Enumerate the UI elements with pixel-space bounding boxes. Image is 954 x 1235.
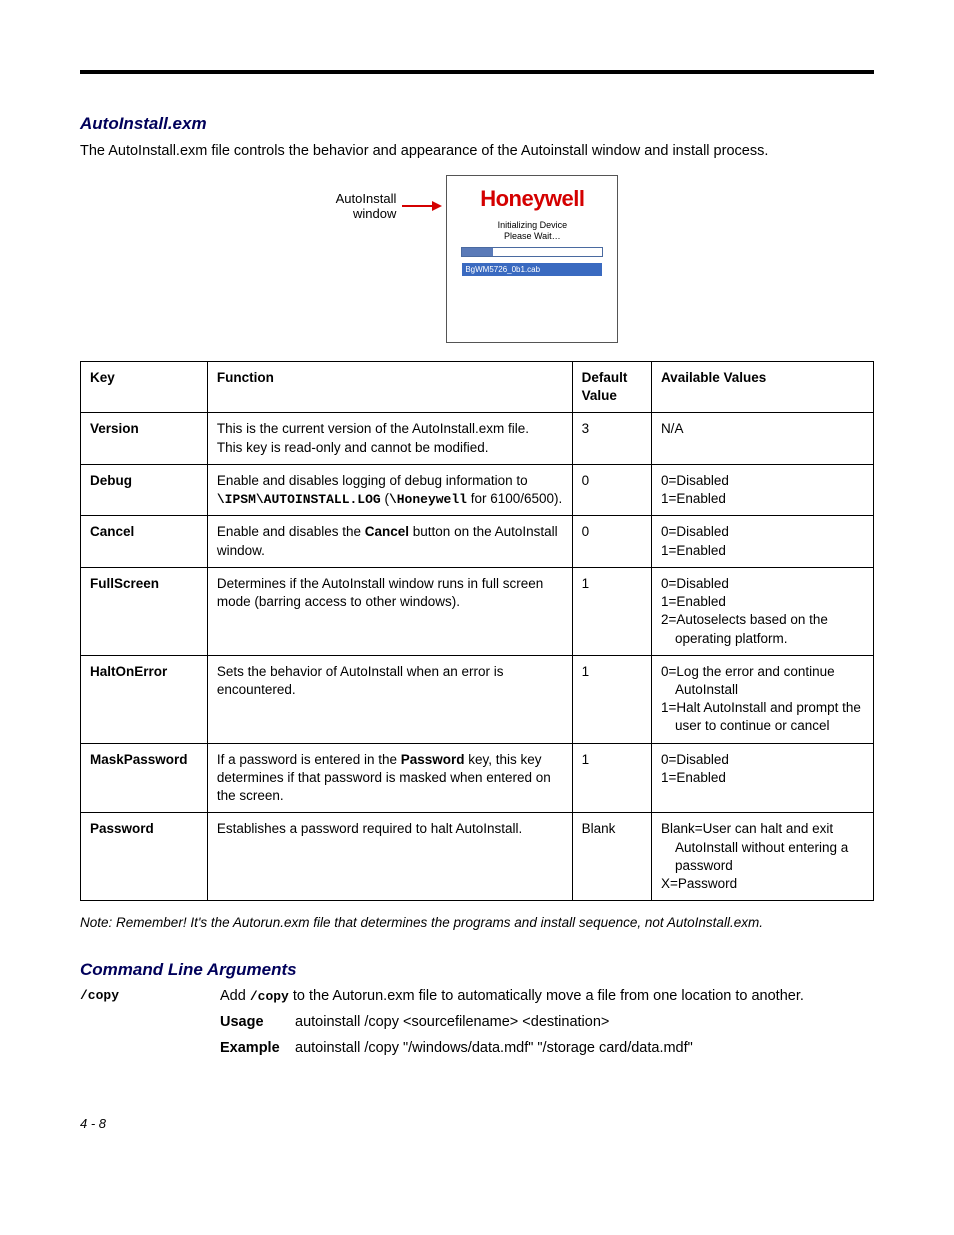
example-row: Example autoinstall /copy "/windows/data… bbox=[220, 1040, 874, 1056]
example-label: Example bbox=[220, 1040, 295, 1056]
cell-key: FullScreen bbox=[81, 567, 208, 655]
callout-line2: window bbox=[353, 206, 396, 221]
cell-avail: 0=Disabled1=Enabled bbox=[651, 464, 873, 516]
usage-value: autoinstall /copy <sourcefilename> <dest… bbox=[295, 1014, 874, 1030]
figure-wrap: AutoInstall window Honeywell Initializin… bbox=[80, 175, 874, 343]
page-number: 4 - 8 bbox=[80, 1116, 874, 1131]
example-value: autoinstall /copy "/windows/data.mdf" "/… bbox=[295, 1040, 874, 1056]
table-row: VersionThis is the current version of th… bbox=[81, 413, 874, 464]
table-row: PasswordEstablishes a password required … bbox=[81, 813, 874, 901]
usage-label: Usage bbox=[220, 1014, 295, 1030]
cell-function: Enable and disables the Cancel button on… bbox=[207, 516, 572, 567]
cell-default: 3 bbox=[572, 413, 651, 464]
note-text: Remember! It's the Autorun.exm file that… bbox=[116, 915, 763, 930]
cell-default: 0 bbox=[572, 516, 651, 567]
cell-default: Blank bbox=[572, 813, 651, 901]
intro-paragraph: The AutoInstall.exm file controls the be… bbox=[80, 142, 874, 161]
table-row: DebugEnable and disables logging of debu… bbox=[81, 464, 874, 516]
cmd-name: /copy bbox=[80, 988, 220, 1003]
cell-function: Enable and disables logging of debug inf… bbox=[207, 464, 572, 516]
cmd-desc: Add /copy to the Autorun.exm file to aut… bbox=[220, 988, 874, 1004]
table-body: VersionThis is the current version of th… bbox=[81, 413, 874, 901]
callout-line1: AutoInstall bbox=[336, 191, 397, 206]
top-rule bbox=[80, 70, 874, 74]
cell-key: MaskPassword bbox=[81, 743, 208, 813]
window-status-text: Initializing Device Please Wait… bbox=[498, 220, 568, 242]
table-row: CancelEnable and disables the Cancel but… bbox=[81, 516, 874, 567]
th-key: Key bbox=[81, 361, 208, 412]
table-row: HaltOnErrorSets the behavior of AutoInst… bbox=[81, 655, 874, 743]
cell-default: 0 bbox=[572, 464, 651, 516]
figure: AutoInstall window Honeywell Initializin… bbox=[336, 175, 619, 343]
cell-default: 1 bbox=[572, 567, 651, 655]
figure-callout: AutoInstall window bbox=[336, 191, 397, 222]
th-function: Function bbox=[207, 361, 572, 412]
cell-function: This is the current version of the AutoI… bbox=[207, 413, 572, 464]
section-heading-cmdline: Command Line Arguments bbox=[80, 960, 874, 980]
section-heading-autoinstall: AutoInstall.exm bbox=[80, 114, 874, 134]
cell-function: Determines if the AutoInstall window run… bbox=[207, 567, 572, 655]
cell-avail: 0=Log the error and continue AutoInstall… bbox=[651, 655, 873, 743]
cell-key: Version bbox=[81, 413, 208, 464]
cell-function: Sets the behavior of AutoInstall when an… bbox=[207, 655, 572, 743]
table-row: FullScreenDetermines if the AutoInstall … bbox=[81, 567, 874, 655]
table-row: MaskPasswordIf a password is entered in … bbox=[81, 743, 874, 813]
cell-key: Debug bbox=[81, 464, 208, 516]
cell-default: 1 bbox=[572, 655, 651, 743]
table-header-row: Key Function Default Value Available Val… bbox=[81, 361, 874, 412]
usage-row: Usage autoinstall /copy <sourcefilename>… bbox=[220, 1014, 874, 1030]
cell-default: 1 bbox=[572, 743, 651, 813]
note-line: Note: Remember! It's the Autorun.exm fil… bbox=[80, 915, 874, 930]
note-label: Note: bbox=[80, 915, 112, 930]
cell-key: Password bbox=[81, 813, 208, 901]
th-available: Available Values bbox=[651, 361, 873, 412]
cell-avail: N/A bbox=[651, 413, 873, 464]
cell-avail: 0=Disabled1=Enabled2=Autoselects based o… bbox=[651, 567, 873, 655]
cell-key: HaltOnError bbox=[81, 655, 208, 743]
arrow-icon bbox=[402, 199, 442, 213]
th-default: Default Value bbox=[572, 361, 651, 412]
cell-avail: Blank=User can halt and exit AutoInstall… bbox=[651, 813, 873, 901]
cell-avail: 0=Disabled1=Enabled bbox=[651, 743, 873, 813]
cmdline-row: /copy Add /copy to the Autorun.exm file … bbox=[80, 988, 874, 1004]
parameters-table: Key Function Default Value Available Val… bbox=[80, 361, 874, 901]
honeywell-logo: Honeywell bbox=[480, 186, 584, 212]
cell-avail: 0=Disabled1=Enabled bbox=[651, 516, 873, 567]
progress-bar bbox=[461, 247, 603, 257]
cell-function: Establishes a password required to halt … bbox=[207, 813, 572, 901]
cab-filename: BgWM5726_0b1.cab bbox=[462, 263, 602, 276]
autoinstall-window: Honeywell Initializing Device Please Wai… bbox=[446, 175, 618, 343]
cell-function: If a password is entered in the Password… bbox=[207, 743, 572, 813]
cell-key: Cancel bbox=[81, 516, 208, 567]
